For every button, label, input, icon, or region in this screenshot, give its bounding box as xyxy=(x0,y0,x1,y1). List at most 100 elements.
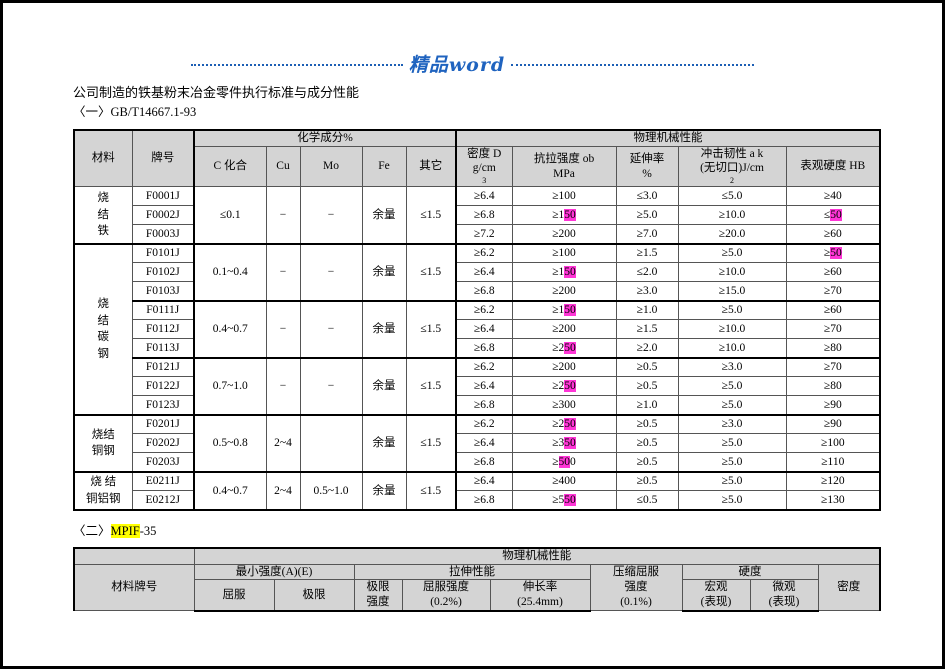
value-text: ≥2 xyxy=(552,418,565,431)
table-row: 烧 结铜铝钢 E0211J 0.4~0.7 2~4 0.5~1.0 余量 ≤1.5 ≥6.4 ≥… xyxy=(73,470,882,511)
search-highlight: 50 xyxy=(564,418,576,431)
apparent-hardness-value: ≥80 xyxy=(785,338,882,359)
value-text: ≥200 xyxy=(552,323,576,336)
th-density: 密度 D g/cm 3 xyxy=(455,145,513,188)
material-name-line: 铜钢 xyxy=(91,445,115,458)
impact-toughness-value: ≥5.0 xyxy=(677,299,787,321)
t2-compress-line3: (0.1%) xyxy=(620,595,652,608)
standards-table-gbt14667: 材料 牌号 化学成分% 物理机械性能 C 化合 Cu Mo Fe 其它 密度 D… xyxy=(73,128,882,511)
tensile-strength-value: ≥550 xyxy=(511,490,617,511)
elongation-value: ≥1.0 xyxy=(615,299,679,321)
material-name-line: 铜铝钢 xyxy=(86,492,121,505)
mo-value: − xyxy=(299,242,363,302)
tensile-strength-value: ≥300 xyxy=(511,395,617,416)
grade-code: F0122J xyxy=(131,376,195,397)
apparent-hardness-value: ≥60 xyxy=(785,224,882,245)
impact-toughness-value: ≥15.0 xyxy=(677,281,787,302)
table1-header-row-2: C 化合 Cu Mo Fe 其它 密度 D g/cm3 抗拉强度 ob MPa xyxy=(74,145,882,188)
grade-code: E0212J xyxy=(131,490,195,511)
apparent-hardness-value: ≥70 xyxy=(785,281,882,302)
apparent-hardness-value: ≥130 xyxy=(785,490,882,511)
value-text: ≥110 xyxy=(821,455,845,468)
cu-value: − xyxy=(265,299,301,359)
table-row: 烧结铁 F0001J ≤0.1− − 余量 ≤1.5 ≥6.4 ≥100 ≤3.0 ≤5.0 ≥40 xyxy=(73,186,882,245)
value-text: ≥40 xyxy=(823,190,842,203)
value-text: ≥70 xyxy=(823,361,842,374)
apparent-hardness-value: ≥80 xyxy=(785,376,882,397)
grade-code: F0101J xyxy=(131,242,195,264)
t2-yieldstr-line1: 屈服强度 xyxy=(423,581,469,594)
value-text: ≥200 xyxy=(552,227,576,240)
fe-value: 余量 xyxy=(361,470,407,511)
density-value: ≥6.4 xyxy=(455,433,513,454)
elongation-value: ≤0.5 xyxy=(615,490,679,511)
elongation-value: ≤3.0 xyxy=(615,186,679,207)
impact-toughness-value: ≥5.0 xyxy=(677,376,787,397)
apparent-hardness-value: ≤50 xyxy=(785,205,882,226)
t2-micro-line2: (表现) xyxy=(768,596,800,609)
cu-value: − xyxy=(265,186,301,245)
elongation-value: ≥0.5 xyxy=(615,376,679,397)
search-highlight: 50 xyxy=(830,209,842,222)
fe-value: 余量 xyxy=(361,186,407,245)
impact-toughness-value: ≥5.0 xyxy=(677,395,787,416)
th-elongation: 延伸率 % xyxy=(615,145,679,188)
t2-th-mechanical-properties: 物理机械性能 xyxy=(193,546,882,565)
th-elongation-line1: 延伸率 xyxy=(629,152,665,165)
apparent-hardness-value: ≥70 xyxy=(785,356,882,378)
search-highlight: 50 xyxy=(564,266,576,279)
elongation-value: ≤2.0 xyxy=(615,262,679,283)
mo-value: − xyxy=(299,356,363,416)
value-text: ≥70 xyxy=(823,284,842,297)
tensile-strength-value: ≥250 xyxy=(511,413,617,435)
tensile-strength-value: ≥250 xyxy=(511,376,617,397)
t2-th-elongation: 伸长率 (25.4mm) xyxy=(489,579,591,612)
t2-th-tensile-properties: 拉伸性能 xyxy=(353,563,591,581)
value-text: ≥90 xyxy=(823,418,842,431)
density-value: ≥7.2 xyxy=(455,224,513,245)
fe-value: 余量 xyxy=(361,356,407,416)
tensile-strength-value: ≥150 xyxy=(511,299,617,321)
grade-code: F0123J xyxy=(131,395,195,416)
material-name-line: 烧 xyxy=(97,192,110,205)
search-highlight: 50 xyxy=(564,209,576,222)
material-group-label: 烧结铁 xyxy=(73,186,133,245)
elongation-value: ≥5.0 xyxy=(615,205,679,226)
value-text: ≥400 xyxy=(552,475,576,488)
elongation-value: ≥1.5 xyxy=(615,242,679,264)
tensile-strength-value: ≥100 xyxy=(511,242,617,264)
t2-th-ultimate-strength: 极限 强度 xyxy=(353,579,403,612)
value-text: ≥120 xyxy=(821,475,845,488)
th-impact-line1: 冲击韧性 a k xyxy=(700,147,764,160)
value-text: ≥70 xyxy=(823,323,842,336)
apparent-hardness-value: ≥110 xyxy=(785,452,882,473)
impact-toughness-value: ≥5.0 xyxy=(677,433,787,454)
table-row: F0111J 0.4~0.7− − 余量 ≤1.5 ≥6.2 ≥150 ≥1.0 ≥5.0 ≥60 xyxy=(74,299,882,359)
material-name-line: 烧 xyxy=(97,298,110,311)
page-top-border xyxy=(3,0,942,3)
material-group-label: 烧结碳钢 xyxy=(73,242,133,416)
cu-value: 2~4 xyxy=(265,413,301,473)
grade-code: F0001J xyxy=(131,186,195,207)
density-value: ≥6.4 xyxy=(455,470,513,492)
t2-th-min-strength: 最小强度(A)(E) xyxy=(193,563,355,581)
value-text: ≥200 xyxy=(552,284,576,297)
th-impact-toughness: 冲击韧性 a k (无切口)J/cm 2 xyxy=(677,145,787,188)
t2-macro-line2: (表现) xyxy=(700,596,732,609)
value-text: ≥5 xyxy=(552,493,565,506)
apparent-hardness-value: ≥120 xyxy=(785,470,882,492)
t2-th-material-grade: 材料牌号 xyxy=(73,563,195,612)
t2-th-yield: 屈服 xyxy=(193,579,275,612)
value-text: ≥60 xyxy=(823,266,842,279)
decorative-header: 精品word xyxy=(3,48,942,78)
material-name-line: 碳 xyxy=(97,331,110,344)
apparent-hardness-value: ≥60 xyxy=(785,262,882,283)
grade-code: F0113J xyxy=(131,338,195,359)
table1-header-row-1: 材料 牌号 化学成分% 物理机械性能 xyxy=(73,128,882,188)
value-text: ≥100 xyxy=(552,190,576,203)
value-text: ≥60 xyxy=(823,227,842,240)
page-title: 公司制造的铁基粉末冶金零件执行标准与成分性能 xyxy=(73,85,360,100)
impact-toughness-value: ≥5.0 xyxy=(677,452,787,473)
value-text: ≥300 xyxy=(552,398,576,411)
t2-th-yield-strength: 屈服强度 (0.2%) xyxy=(401,579,491,612)
